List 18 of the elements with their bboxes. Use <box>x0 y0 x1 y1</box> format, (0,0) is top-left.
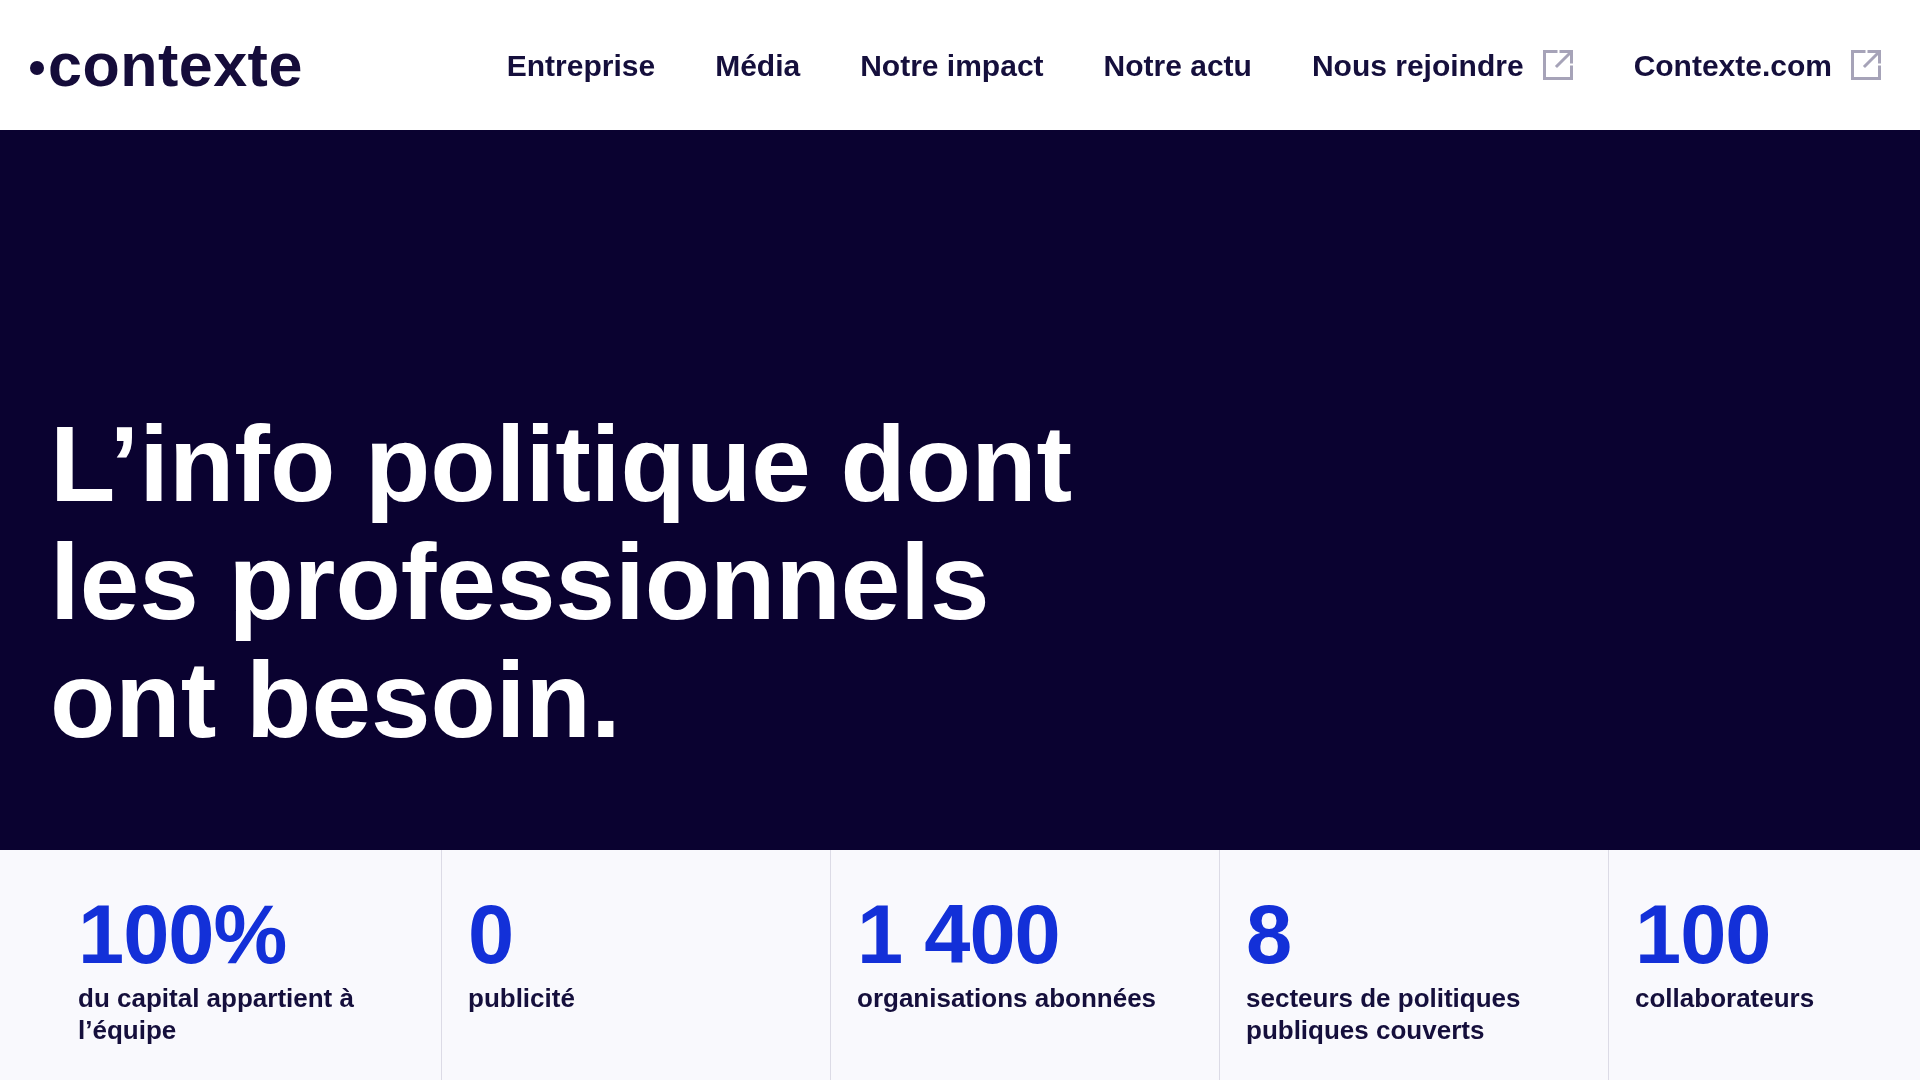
nav-link[interactable]: Média <box>715 42 801 88</box>
stat-value: 0 <box>468 894 514 976</box>
stat-value: 1 400 <box>857 894 1060 976</box>
nav-link[interactable]: Notre impact <box>860 42 1044 88</box>
stat-label: collaborateurs <box>1635 982 1816 1014</box>
nav-link[interactable]: Nous rejoindre <box>1311 42 1574 88</box>
stat-value: 100% <box>78 894 287 976</box>
hero-headline: L’info politique dont les professionnels ont besoin. <box>50 405 1073 759</box>
stat-value: 8 <box>1246 894 1292 976</box>
stat-label: organisations abonnées <box>857 982 1158 1014</box>
nav-link[interactable]: Contexte.com <box>1633 42 1882 88</box>
nav-link[interactable]: Notre actu <box>1103 42 1252 88</box>
stat-label: publicité <box>468 982 576 1014</box>
nav-link[interactable]: Entreprise <box>506 42 656 88</box>
stat-label: secteurs de politiques publiques couverts <box>1246 982 1522 1046</box>
stat-value: 100 <box>1635 894 1771 976</box>
stat-label: du capital appartient à l’équipe <box>78 982 355 1046</box>
logo[interactable]: contexte <box>30 34 303 96</box>
